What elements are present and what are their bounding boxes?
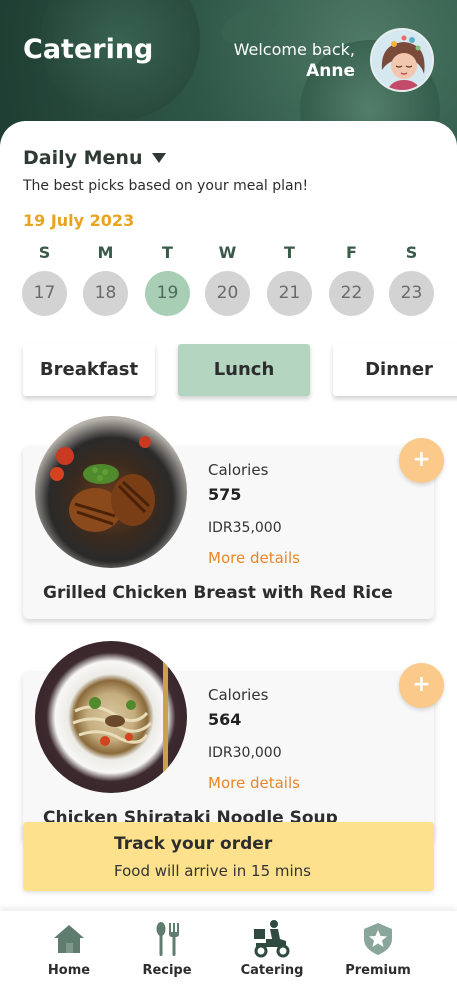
price: IDR30,000	[208, 745, 282, 761]
day-picker: S 17 M 18 T 19 W 20 T 21 F 22 S 23	[22, 243, 437, 323]
user-name: Anne	[306, 61, 355, 81]
calories-value: 575	[208, 485, 242, 504]
day-number[interactable]: 18	[83, 271, 128, 316]
nav-recipe[interactable]: Recipe	[122, 911, 212, 987]
day-number[interactable]: 17	[22, 271, 67, 316]
tab-breakfast[interactable]: Breakfast	[23, 344, 155, 396]
welcome-text: Welcome back,	[233, 40, 355, 59]
plus-icon: +	[412, 672, 431, 697]
day-number[interactable]: 20	[205, 271, 250, 316]
calories-label: Calories	[208, 461, 269, 479]
calories-label: Calories	[208, 686, 269, 704]
day-item[interactable]: W 20	[205, 243, 250, 316]
home-icon	[54, 925, 84, 953]
track-order-title: Track your order	[114, 834, 273, 854]
page-title: Catering	[23, 34, 154, 65]
food-illustration	[50, 436, 155, 532]
nav-premium-label: Premium	[345, 963, 411, 978]
food-illustration	[72, 661, 168, 791]
menu-subtitle: The best picks based on your meal plan!	[23, 178, 309, 194]
day-letter: F	[346, 243, 357, 262]
day-number[interactable]: 21	[267, 271, 312, 316]
nav-recipe-label: Recipe	[142, 963, 192, 978]
day-item[interactable]: T 21	[267, 243, 312, 316]
nav-home-label: Home	[47, 963, 91, 978]
tab-dinner[interactable]: Dinner	[333, 344, 457, 396]
nav-catering-label: Catering	[240, 963, 304, 978]
dish-name: Grilled Chicken Breast with Red Rice	[43, 583, 393, 603]
day-number[interactable]: 22	[329, 271, 374, 316]
food-image	[35, 641, 187, 793]
day-item[interactable]: F 22	[329, 243, 374, 316]
fork-spoon-icon	[156, 922, 179, 956]
day-item[interactable]: S 17	[22, 243, 67, 316]
avatar[interactable]	[370, 28, 434, 92]
nav-premium[interactable]: Premium	[333, 911, 423, 987]
day-item-selected[interactable]: T 19	[145, 243, 190, 316]
daily-menu-dropdown[interactable]: Daily Menu	[23, 147, 167, 169]
more-details-link[interactable]: More details	[208, 549, 300, 567]
day-number[interactable]: 23	[389, 271, 434, 316]
badge-star-icon	[364, 923, 392, 955]
daily-menu-title: Daily Menu	[23, 147, 143, 169]
day-letter: M	[97, 243, 114, 262]
more-details-link[interactable]: More details	[208, 774, 300, 792]
track-order-banner[interactable]: Track your order Food will arrive in 15 …	[23, 822, 434, 891]
day-letter: S	[405, 243, 418, 262]
day-letter: T	[284, 243, 295, 262]
calories-value: 564	[208, 710, 242, 729]
add-to-cart-button[interactable]: +	[399, 438, 444, 483]
price: IDR35,000	[208, 520, 282, 536]
food-image	[35, 416, 187, 568]
day-letter: T	[162, 243, 173, 262]
add-to-cart-button[interactable]: +	[399, 663, 444, 708]
nav-catering[interactable]: Catering	[227, 911, 317, 987]
plus-icon: +	[412, 447, 431, 472]
nav-home[interactable]: Home	[24, 911, 114, 987]
selected-date: 19 July 2023	[23, 211, 135, 230]
day-letter: S	[38, 243, 51, 262]
day-item[interactable]: M 18	[83, 243, 128, 316]
track-order-status: Food will arrive in 15 mins	[114, 862, 311, 880]
day-number[interactable]: 19	[145, 271, 190, 316]
caret-down-icon	[152, 153, 167, 163]
day-letter: W	[218, 243, 237, 262]
welcome-block: Welcome back, Anne	[234, 40, 355, 81]
tab-lunch[interactable]: Lunch	[178, 344, 310, 396]
delivery-scooter-icon	[254, 920, 290, 958]
bottom-nav: Home Recipe Catering Premium	[0, 911, 457, 987]
day-item[interactable]: S 23	[389, 243, 434, 316]
